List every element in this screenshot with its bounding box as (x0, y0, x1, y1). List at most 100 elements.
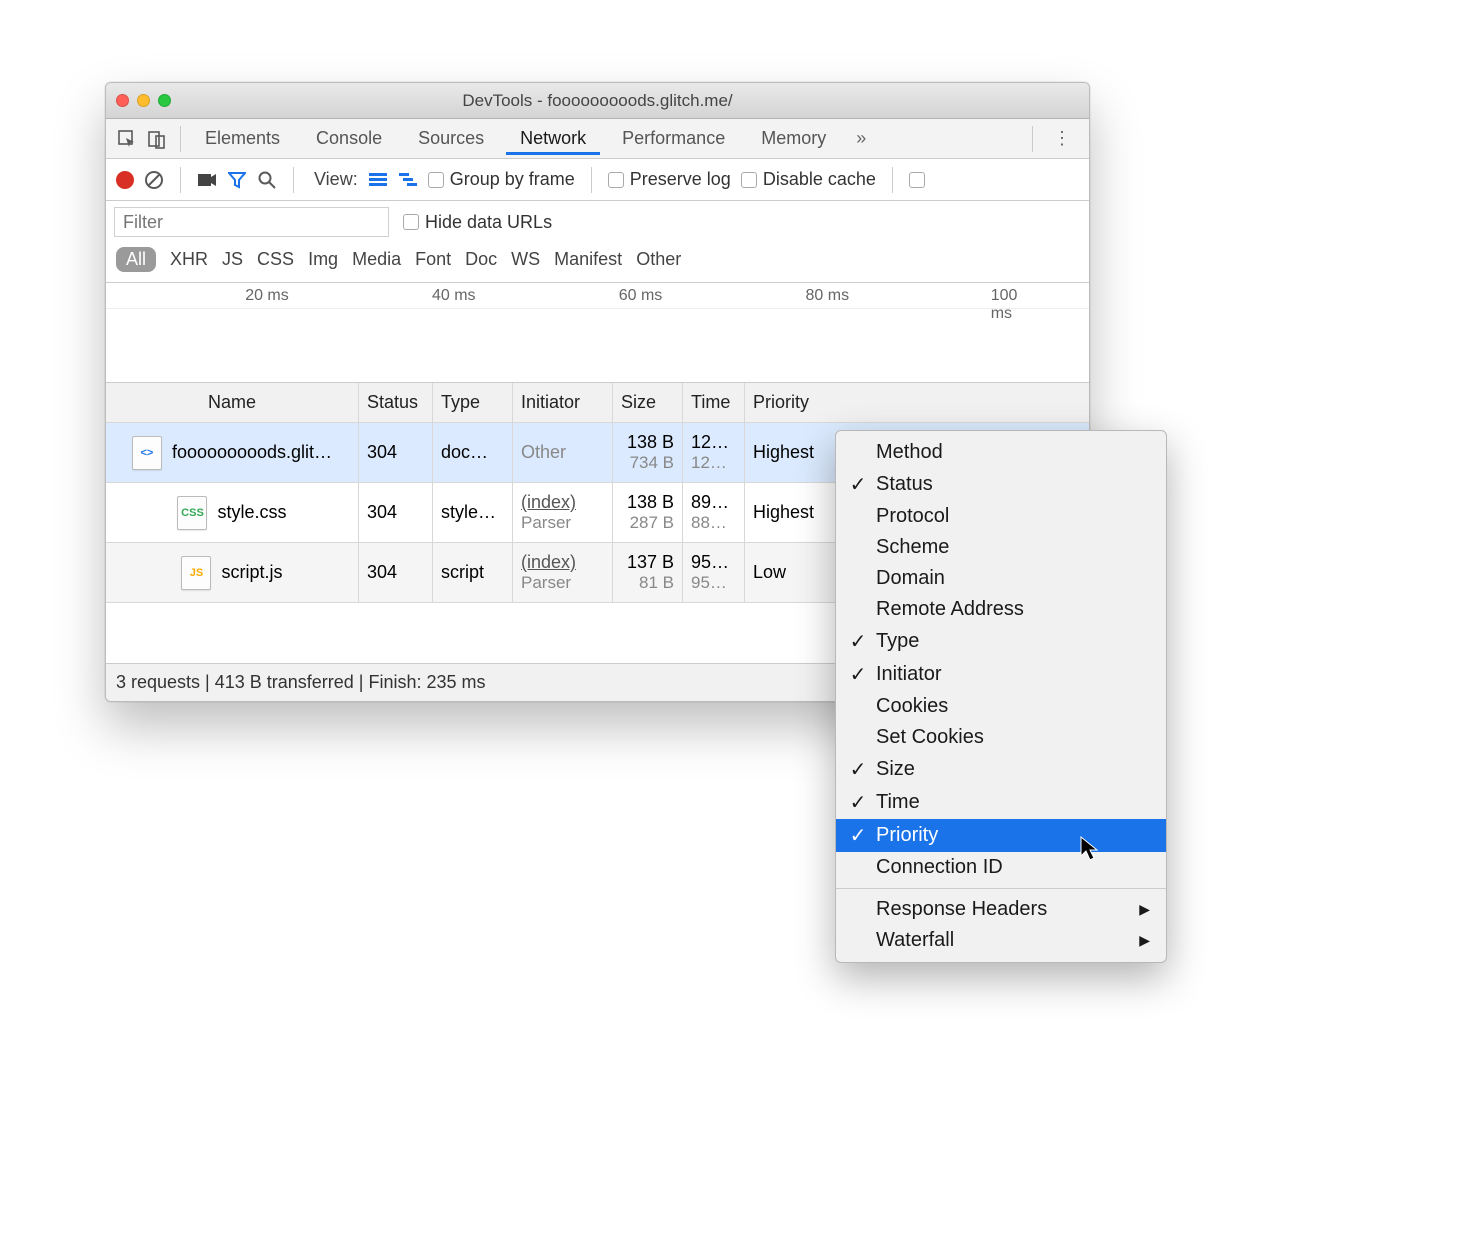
menu-separator (836, 888, 1166, 889)
timeline-overview[interactable]: 20 ms40 ms60 ms80 ms100 ms (106, 283, 1089, 383)
menu-item-time[interactable]: ✓Time (836, 786, 1166, 819)
col-priority[interactable]: Priority (745, 383, 823, 422)
filter-xhr[interactable]: XHR (170, 249, 208, 270)
col-status[interactable]: Status (359, 383, 433, 422)
menu-item-scheme[interactable]: Scheme (836, 532, 1166, 563)
menu-item-label: Status (876, 473, 933, 496)
view-label: View: (314, 169, 358, 190)
menu-item-set-cookies[interactable]: Set Cookies (836, 722, 1166, 753)
separator (892, 167, 893, 193)
tab-performance[interactable]: Performance (608, 122, 739, 155)
tab-console[interactable]: Console (302, 122, 396, 155)
filter-font[interactable]: Font (415, 249, 451, 270)
menu-item-remote-address[interactable]: Remote Address (836, 594, 1166, 625)
timeline-tick: 20 ms (245, 287, 293, 305)
cell-size: 137 B81 B (613, 543, 683, 602)
tab-sources[interactable]: Sources (404, 122, 498, 155)
filter-icon[interactable] (227, 170, 247, 190)
cell-name: <>fooooooooods.glit… (106, 423, 359, 482)
camera-icon[interactable] (197, 170, 217, 190)
menu-item-protocol[interactable]: Protocol (836, 501, 1166, 532)
filter-manifest[interactable]: Manifest (554, 249, 622, 270)
menu-item-label: Size (876, 758, 915, 781)
col-type[interactable]: Type (433, 383, 513, 422)
large-rows-icon[interactable] (368, 170, 388, 190)
initiator-link[interactable]: (index) (521, 492, 604, 513)
type-filters: All XHR JS CSS Img Media Font Doc WS Manifest Oth… (106, 243, 1089, 283)
cell-time: 89…88… (683, 483, 745, 542)
inspect-element-icon[interactable] (114, 126, 140, 152)
clear-icon[interactable] (144, 170, 164, 190)
cell-priority: Highest (745, 483, 823, 542)
filter-media[interactable]: Media (352, 249, 401, 270)
filter-all[interactable]: All (116, 247, 156, 272)
hide-data-urls-checkbox[interactable]: Hide data URLs (403, 212, 552, 233)
cursor-icon (1080, 836, 1100, 862)
filter-img[interactable]: Img (308, 249, 338, 270)
device-toggle-icon[interactable] (144, 126, 170, 152)
devtools-menu-button[interactable]: ⋮ (1043, 128, 1081, 149)
menu-item-label: Waterfall (876, 929, 954, 952)
close-window-button[interactable] (116, 94, 129, 107)
menu-item-label: Priority (876, 824, 938, 847)
zoom-window-button[interactable] (158, 94, 171, 107)
cell-priority: Low (745, 543, 823, 602)
menu-item-status[interactable]: ✓Status (836, 468, 1166, 501)
menu-item-method[interactable]: Method (836, 437, 1166, 468)
disable-cache-checkbox[interactable]: Disable cache (741, 169, 876, 190)
menu-item-label: Cookies (876, 695, 948, 718)
search-icon[interactable] (257, 170, 277, 190)
column-context-menu: Method✓StatusProtocolSchemeDomainRemote … (835, 430, 1167, 963)
filter-input[interactable] (114, 207, 389, 237)
window-titlebar: DevTools - fooooooooods.glitch.me/ (106, 83, 1089, 119)
timeline-tick: 60 ms (619, 287, 667, 305)
menu-item-response-headers[interactable]: Response Headers▶ (836, 894, 1166, 925)
cell-status: 304 (359, 543, 433, 602)
group-by-frame-checkbox[interactable]: Group by frame (428, 169, 575, 190)
cell-size: 138 B734 B (613, 423, 683, 482)
menu-item-label: Domain (876, 567, 945, 590)
minimize-window-button[interactable] (137, 94, 150, 107)
filter-js[interactable]: JS (222, 249, 243, 270)
menu-item-waterfall[interactable]: Waterfall▶ (836, 925, 1166, 956)
offline-checkbox[interactable] (909, 172, 931, 188)
tab-network[interactable]: Network (506, 122, 600, 155)
waterfall-view-icon[interactable] (398, 170, 418, 190)
file-name: script.js (221, 562, 282, 583)
submenu-arrow-icon: ▶ (1139, 901, 1150, 918)
js-file-icon: JS (181, 556, 211, 590)
menu-item-type[interactable]: ✓Type (836, 625, 1166, 658)
separator (180, 126, 181, 152)
menu-item-connection-id[interactable]: Connection ID (836, 852, 1166, 883)
cell-type: script (433, 543, 513, 602)
record-button[interactable] (116, 171, 134, 189)
check-icon: ✓ (848, 757, 868, 782)
menu-item-domain[interactable]: Domain (836, 563, 1166, 594)
preserve-log-checkbox[interactable]: Preserve log (608, 169, 731, 190)
menu-item-cookies[interactable]: Cookies (836, 691, 1166, 722)
col-size[interactable]: Size (613, 383, 683, 422)
filter-ws[interactable]: WS (511, 249, 540, 270)
cell-type: doc… (433, 423, 513, 482)
col-initiator[interactable]: Initiator (513, 383, 613, 422)
menu-item-priority[interactable]: ✓Priority (836, 819, 1166, 852)
table-header: Name Status Type Initiator Size Time Pri… (106, 383, 1089, 423)
filter-row: Hide data URLs (106, 201, 1089, 243)
tab-elements[interactable]: Elements (191, 122, 294, 155)
menu-item-label: Scheme (876, 536, 949, 559)
filter-doc[interactable]: Doc (465, 249, 497, 270)
filter-css[interactable]: CSS (257, 249, 294, 270)
cell-time: 12…12… (683, 423, 745, 482)
check-icon: ✓ (848, 629, 868, 654)
initiator-link[interactable]: (index) (521, 552, 604, 573)
menu-item-label: Connection ID (876, 856, 1003, 879)
menu-item-label: Time (876, 791, 920, 814)
menu-item-size[interactable]: ✓ Size (836, 753, 1166, 786)
network-toolbar: View: Group by frame Preserve log Disabl… (106, 159, 1089, 201)
col-name[interactable]: Name (106, 383, 359, 422)
filter-other[interactable]: Other (636, 249, 681, 270)
tab-memory[interactable]: Memory (747, 122, 840, 155)
col-time[interactable]: Time (683, 383, 745, 422)
menu-item-initiator[interactable]: ✓Initiator (836, 658, 1166, 691)
more-tabs-button[interactable]: » (844, 128, 878, 149)
